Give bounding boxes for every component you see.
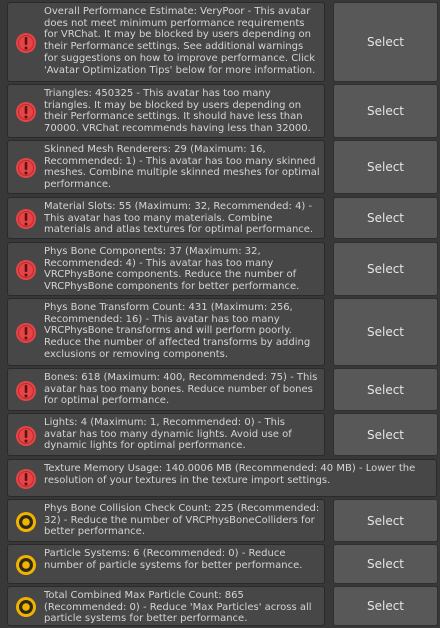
error-icon [15, 101, 37, 123]
message-text: Phys Bone Components: 37 (Maximum: 32, R… [44, 246, 300, 293]
message-row: Phys Bone Transform Count: 431 (Maximum:… [0, 298, 440, 366]
select-button[interactable]: Select [333, 2, 438, 82]
message-row: Skinned Mesh Renderers: 29 (Maximum: 16,… [0, 140, 440, 194]
message-text: Particle Systems: 6 (Recommended: 0) - R… [44, 548, 303, 571]
warning-message-box: Phys Bone Collision Check Count: 225 (Re… [7, 499, 325, 542]
error-message-box: Triangles: 450325 - This avatar has too … [7, 84, 325, 138]
error-icon [15, 157, 37, 179]
error-message-box: Lights: 4 (Maximum: 1, Recommended: 0) -… [7, 413, 325, 456]
message-text: Material Slots: 55 (Maximum: 32, Recomme… [44, 201, 314, 236]
select-button[interactable]: Select [333, 197, 438, 239]
error-message-box: Skinned Mesh Renderers: 29 (Maximum: 16,… [7, 140, 325, 194]
message-text: Texture Memory Usage: 140.0006 MB (Recom… [44, 463, 416, 486]
select-button[interactable]: Select [333, 84, 438, 138]
warning-message-box: Particle Systems: 6 (Recommended: 0) - R… [7, 544, 325, 584]
message-row: Triangles: 450325 - This avatar has too … [0, 84, 440, 138]
error-icon [15, 380, 37, 402]
error-icon [15, 322, 37, 344]
message-row: Bones: 618 (Maximum: 400, Recommended: 7… [0, 368, 440, 411]
select-button[interactable]: Select [333, 298, 438, 366]
message-row: Lights: 4 (Maximum: 1, Recommended: 0) -… [0, 413, 440, 456]
warning-message-box: Total Combined Max Particle Count: 865 (… [7, 586, 325, 626]
error-icon [15, 32, 37, 54]
message-text: Lights: 4 (Maximum: 1, Recommended: 0) -… [44, 417, 292, 452]
warning-icon [15, 511, 37, 533]
error-message-box: Overall Performance Estimate: VeryPoor -… [7, 2, 325, 82]
error-icon [15, 425, 37, 447]
message-text: Overall Performance Estimate: VeryPoor -… [44, 6, 316, 76]
error-message-box: Phys Bone Transform Count: 431 (Maximum:… [7, 298, 325, 366]
error-icon [15, 259, 37, 281]
error-message-box: Phys Bone Components: 37 (Maximum: 32, R… [7, 242, 325, 296]
select-button[interactable]: Select [333, 242, 438, 296]
error-message-box: Bones: 618 (Maximum: 400, Recommended: 7… [7, 368, 325, 411]
select-button[interactable]: Select [333, 586, 438, 626]
select-button[interactable]: Select [333, 544, 438, 584]
select-button[interactable]: Select [333, 499, 438, 542]
message-text: Skinned Mesh Renderers: 29 (Maximum: 16,… [44, 144, 320, 191]
message-text: Bones: 618 (Maximum: 400, Recommended: 7… [44, 372, 318, 407]
message-row: Overall Performance Estimate: VeryPoor -… [0, 2, 440, 82]
message-text: Phys Bone Transform Count: 431 (Maximum:… [44, 302, 311, 360]
warning-icon [15, 554, 37, 576]
message-text: Phys Bone Collision Check Count: 225 (Re… [44, 503, 320, 538]
error-icon [15, 208, 37, 230]
error-icon [15, 468, 37, 490]
message-row: Particle Systems: 6 (Recommended: 0) - R… [0, 544, 440, 584]
message-row: Phys Bone Components: 37 (Maximum: 32, R… [0, 242, 440, 296]
warning-icon [15, 596, 37, 618]
error-message-box: Texture Memory Usage: 140.0006 MB (Recom… [7, 459, 437, 497]
error-message-box: Material Slots: 55 (Maximum: 32, Recomme… [7, 197, 325, 239]
message-text: Total Combined Max Particle Count: 865 (… [44, 590, 312, 625]
select-button[interactable]: Select [333, 368, 438, 411]
message-row: Total Combined Max Particle Count: 865 (… [0, 586, 440, 626]
message-row: Texture Memory Usage: 140.0006 MB (Recom… [0, 459, 440, 497]
select-button[interactable]: Select [333, 140, 438, 194]
select-button[interactable]: Select [333, 413, 438, 456]
message-row: Phys Bone Collision Check Count: 225 (Re… [0, 499, 440, 542]
message-row: Material Slots: 55 (Maximum: 32, Recomme… [0, 197, 440, 239]
message-text: Triangles: 450325 - This avatar has too … [44, 88, 311, 135]
